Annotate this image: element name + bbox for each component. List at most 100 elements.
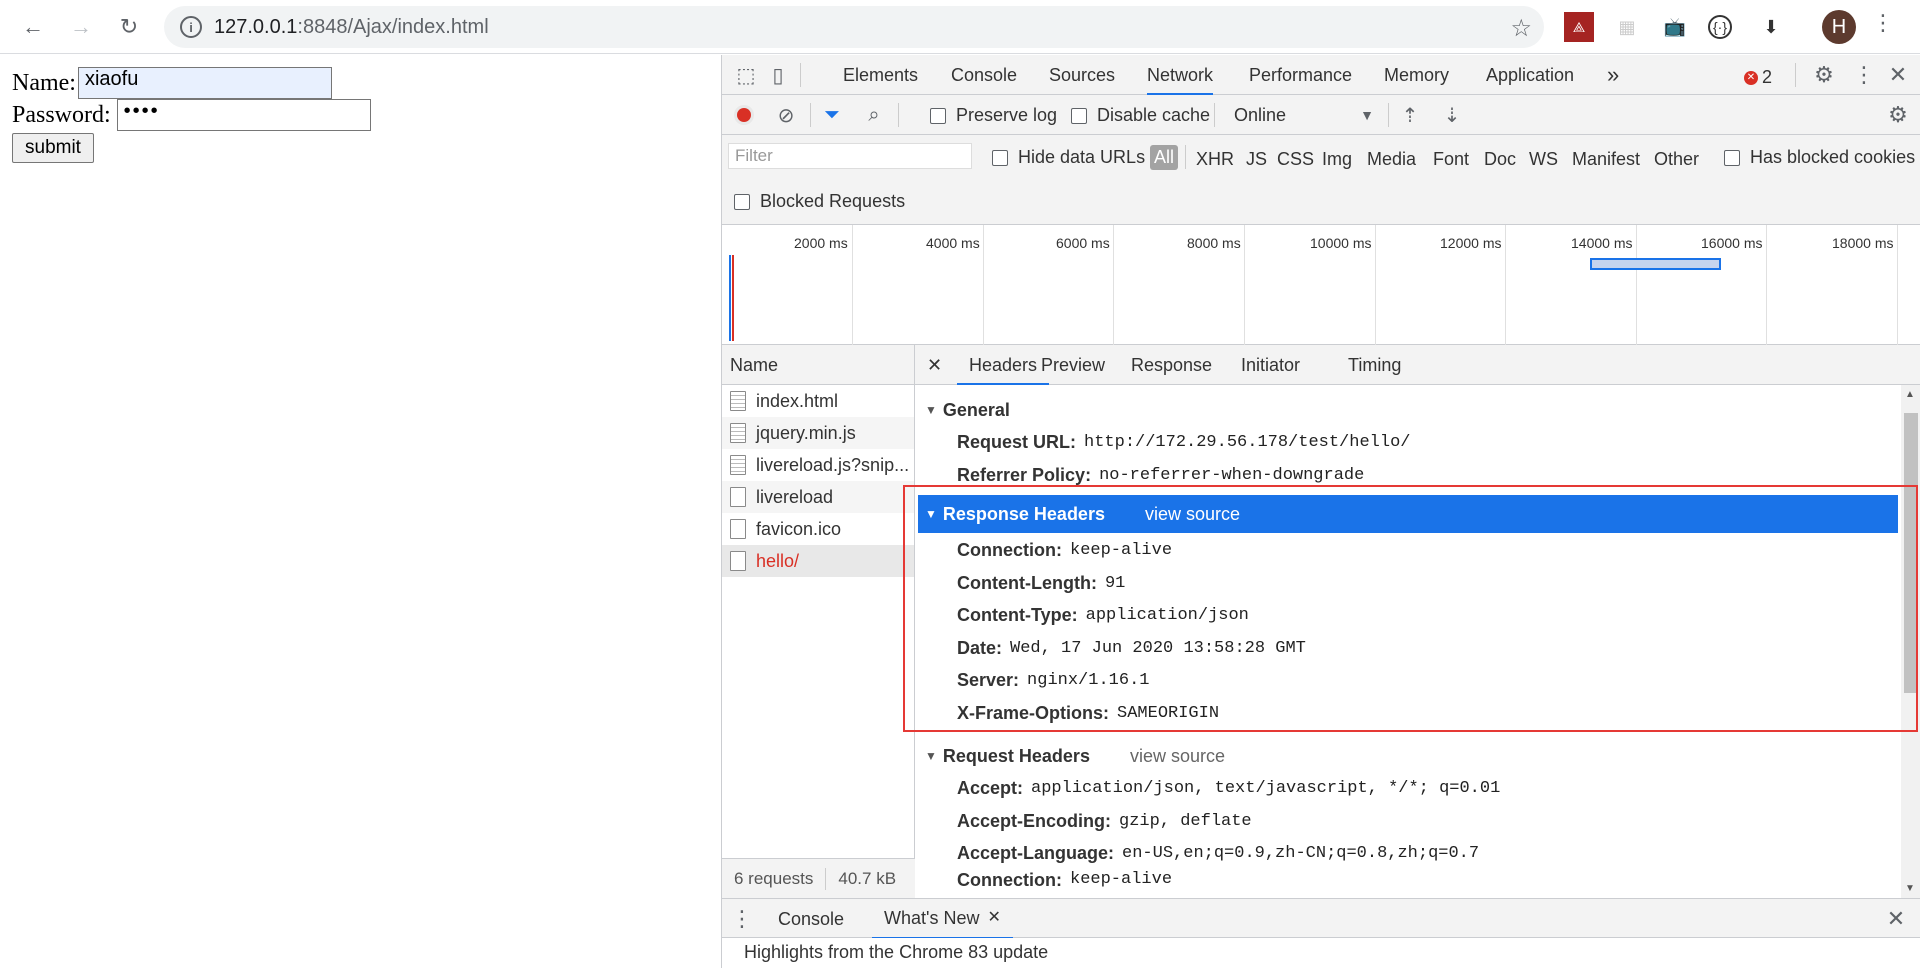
throttling-select[interactable]: Online ▼ (1234, 103, 1374, 127)
list-item[interactable]: favicon.ico (722, 513, 914, 545)
reload-icon[interactable]: ↻ (112, 10, 146, 44)
view-source-link[interactable]: view source (1145, 504, 1240, 525)
tab-initiator[interactable]: Initiator (1241, 345, 1300, 385)
list-item[interactable]: jquery.min.js (722, 417, 914, 449)
tab-headers[interactable]: Headers (957, 345, 1050, 385)
header-value: en-US,en;q=0.9,zh-CN;q=0.8,zh;q=0.7 (1122, 843, 1480, 863)
tv-extension-icon[interactable]: 📺 (1660, 12, 1690, 42)
list-item[interactable]: hello/ (722, 545, 914, 577)
preserve-log-checkbox[interactable]: Preserve log (930, 105, 1057, 126)
error-badge[interactable]: ✕ 2 (1744, 67, 1772, 88)
forward-icon[interactable]: → (64, 10, 98, 44)
response-headers-section-header[interactable]: ▼ Response Headers view source (918, 495, 1898, 533)
tab-performance[interactable]: Performance (1249, 55, 1352, 95)
filter-type-manifest[interactable]: Manifest (1572, 149, 1640, 170)
network-settings-gear-icon[interactable]: ⚙ (1884, 101, 1912, 129)
list-item[interactable]: index.html (722, 385, 914, 417)
filter-type-other[interactable]: Other (1654, 149, 1699, 170)
close-drawer-icon[interactable]: ✕ (1882, 905, 1910, 933)
export-har-icon[interactable]: ⇣ (1440, 103, 1464, 127)
filter-type-js[interactable]: JS (1246, 149, 1267, 170)
record-dot (737, 108, 751, 122)
general-section-header[interactable]: ▼ General (925, 393, 1901, 427)
settings-gear-icon[interactable]: ⚙ (1810, 61, 1838, 89)
dom-content-loaded-marker (729, 255, 731, 341)
header-value: 91 (1104, 573, 1126, 593)
filter-type-css[interactable]: CSS (1277, 149, 1314, 170)
record-icon[interactable] (734, 105, 754, 125)
submit-button[interactable]: submit (12, 133, 94, 163)
preserve-log-label: Preserve log (956, 105, 1058, 125)
more-tabs-icon[interactable]: » (1607, 55, 1619, 95)
divider (1388, 103, 1389, 127)
header-key: Content-Length: (957, 572, 1097, 593)
header-value: Wed, 17 Jun 2020 13:58:28 GMT (1010, 638, 1306, 658)
tab-sources[interactable]: Sources (1049, 55, 1115, 95)
filter-type-font[interactable]: Font (1433, 149, 1469, 170)
extension-icon[interactable]: ▦ (1612, 12, 1642, 42)
close-detail-icon[interactable]: ✕ (927, 345, 942, 385)
filter-type-ws[interactable]: WS (1529, 149, 1558, 170)
request-name: hello/ (756, 550, 800, 571)
timeline-overview[interactable]: 2000 ms 4000 ms 6000 ms 8000 ms 10000 ms… (722, 225, 1920, 345)
tab-timing[interactable]: Timing (1348, 345, 1401, 385)
scroll-down-icon[interactable]: ▼ (1905, 883, 1915, 894)
more-vertical-icon[interactable]: ⋮ (1872, 10, 1894, 36)
filter-type-media[interactable]: Media (1367, 149, 1416, 170)
scrollbar-thumb[interactable] (1904, 413, 1918, 693)
header-key: Request URL: (957, 431, 1077, 452)
import-har-icon[interactable]: ⇡ (1398, 103, 1422, 127)
filter-input[interactable]: Filter (728, 143, 972, 169)
profile-avatar[interactable]: H (1822, 10, 1856, 44)
filter-type-doc[interactable]: Doc (1484, 149, 1516, 170)
disable-cache-checkbox[interactable]: Disable cache (1071, 105, 1210, 126)
site-info-icon[interactable]: i (180, 16, 202, 38)
list-item[interactable]: livereload (722, 481, 914, 513)
header-key: Date: (957, 637, 1003, 658)
timeline-tick: 6000 ms (1056, 235, 1110, 251)
back-icon[interactable]: ← (16, 10, 50, 44)
drawer-tab-whats-new[interactable]: What's New ✕ (872, 899, 1013, 939)
hide-data-urls-checkbox[interactable]: Hide data URLs (992, 147, 1145, 168)
device-toolbar-icon[interactable]: ▯ (766, 63, 790, 87)
tab-memory[interactable]: Memory (1384, 55, 1449, 95)
download-icon[interactable]: ⬇ (1756, 12, 1786, 42)
filter-type-all[interactable]: All (1150, 145, 1179, 170)
has-blocked-cookies-checkbox[interactable]: Has blocked cookies (1724, 147, 1915, 168)
json-extension-icon[interactable]: {·} (1708, 15, 1732, 39)
close-devtools-icon[interactable]: ✕ (1884, 61, 1912, 89)
request-headers-section-header[interactable]: ▼ Request Headers view source (925, 739, 1901, 773)
bookmark-star-icon[interactable]: ☆ (1510, 14, 1532, 43)
clear-icon[interactable]: ⊘ (774, 103, 798, 127)
pdf-extension-icon[interactable]: ⟁ (1564, 12, 1594, 42)
header-row: Accept-Language: en-US,en;q=0.9,zh-CN;q=0… (957, 838, 1479, 868)
file-icon (730, 551, 746, 571)
filter-type-img[interactable]: Img (1322, 149, 1352, 170)
name-input[interactable]: xiaofu (77, 67, 332, 99)
tab-response[interactable]: Response (1131, 345, 1212, 385)
blocked-requests-checkbox[interactable]: Blocked Requests (734, 191, 905, 212)
address-bar[interactable]: i 127.0.0.1:8848/Ajax/index.html ☆ (164, 6, 1544, 48)
drawer-tab-console[interactable]: Console (778, 899, 844, 939)
header-row: Content-Type: application/json (957, 600, 1249, 630)
more-vertical-icon[interactable]: ⋮ (1853, 61, 1875, 89)
view-source-link[interactable]: view source (1130, 746, 1225, 767)
tab-application[interactable]: Application (1486, 55, 1574, 95)
search-icon[interactable]: ⌕ (862, 103, 886, 127)
name-column-header[interactable]: Name (722, 345, 914, 385)
headers-scrollbar[interactable]: ▲ ▼ (1901, 385, 1920, 898)
tab-network[interactable]: Network (1147, 55, 1214, 95)
inspect-element-icon[interactable]: ⬚ (734, 63, 758, 87)
filter-type-xhr[interactable]: XHR (1196, 149, 1234, 170)
password-input[interactable]: •••• (116, 99, 371, 131)
tab-preview[interactable]: Preview (1041, 345, 1105, 385)
list-item[interactable]: livereload.js?snip... (722, 449, 914, 481)
scroll-up-icon[interactable]: ▲ (1905, 389, 1915, 400)
tab-console[interactable]: Console (951, 55, 1017, 95)
close-tab-icon[interactable]: ✕ (987, 898, 1000, 938)
url-text[interactable]: 127.0.0.1:8848/Ajax/index.html (214, 16, 489, 39)
tab-elements[interactable]: Elements (843, 55, 918, 95)
filter-icon[interactable]: ⏷ (820, 103, 844, 127)
header-row: Request URL: http://172.29.56.178/test/he… (957, 427, 1410, 457)
drawer-menu-icon[interactable]: ⋮ (731, 905, 753, 933)
